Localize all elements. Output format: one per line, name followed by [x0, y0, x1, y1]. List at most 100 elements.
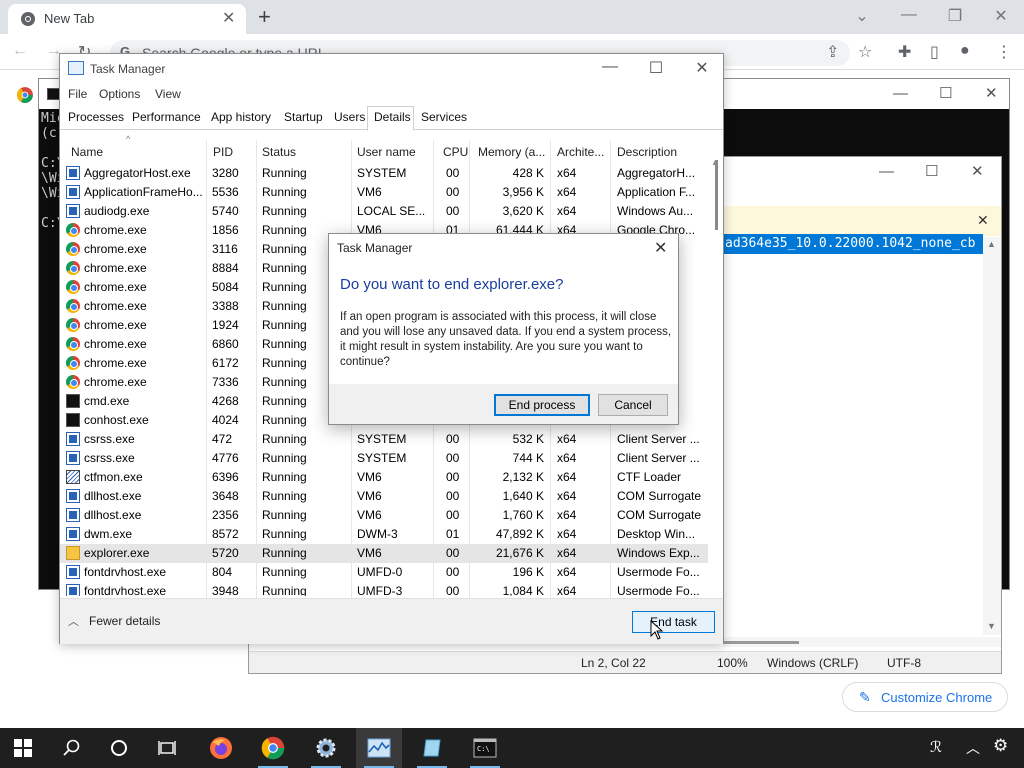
- column-status[interactable]: Status: [262, 145, 296, 159]
- show-hidden-icons-icon[interactable]: ︿: [966, 738, 980, 758]
- column-memory[interactable]: Memory (a...: [478, 145, 545, 159]
- process-name: chrome.exe: [84, 337, 147, 351]
- taskbar-search-button[interactable]: [48, 728, 94, 768]
- cortana-button[interactable]: [96, 728, 142, 768]
- console-icon: [66, 413, 80, 427]
- people-icon[interactable]: ℛ: [930, 738, 942, 756]
- close-tab-icon[interactable]: ✕: [222, 8, 235, 28]
- taskbar-notepad[interactable]: [409, 728, 455, 768]
- table-row[interactable]: ApplicationFrameHo... 5536 Running VM6 00 3,9…: [60, 183, 708, 202]
- process-name: fontdrvhost.exe: [84, 565, 167, 579]
- extensions-icon[interactable]: ✚: [898, 42, 911, 62]
- notepad-vertical-scrollbar[interactable]: ▲ ▼: [983, 237, 1001, 635]
- side-panel-icon[interactable]: ▯: [930, 42, 939, 62]
- process-architecture: x64: [557, 204, 577, 218]
- tab-app-history[interactable]: App history: [211, 110, 271, 124]
- process-description: Client Server ...: [617, 451, 700, 465]
- app-window-icon: [66, 432, 80, 446]
- table-row[interactable]: dllhost.exe 3648 Running VM6 00 1,640 K x64 COM…: [60, 487, 708, 506]
- process-memory: 196 K: [512, 565, 544, 579]
- cmd-close-icon[interactable]: ✕: [985, 84, 998, 102]
- settings-gear-icon[interactable]: ⚙: [993, 736, 1008, 756]
- column-name[interactable]: Name: [71, 145, 103, 159]
- process-architecture: x64: [557, 451, 577, 465]
- table-row[interactable]: fontdrvhost.exe 3948 Running UMFD-3 00 1,084 …: [60, 582, 708, 596]
- notepad-maximize-icon[interactable]: ☐: [925, 162, 938, 180]
- chrome-menu-icon[interactable]: ⋮: [996, 42, 1012, 62]
- taskbar-task-manager[interactable]: [356, 728, 402, 768]
- column-user-name[interactable]: User name: [357, 145, 416, 159]
- process-pid: 6172: [212, 356, 239, 370]
- taskbar-terminal[interactable]: C:\: [462, 728, 508, 768]
- taskbar-settings[interactable]: [303, 728, 349, 768]
- table-row[interactable]: dwm.exe 8572 Running DWM-3 01 47,892 K x64 Desk…: [60, 525, 708, 544]
- tab-search-icon[interactable]: ⌄: [852, 6, 872, 26]
- scroll-down-icon[interactable]: ▼: [987, 621, 996, 631]
- svg-text:C:\: C:\: [477, 745, 490, 753]
- table-row[interactable]: audiodg.exe 5740 Running LOCAL SE... 00 3,620…: [60, 202, 708, 221]
- tab-details[interactable]: Details: [374, 110, 411, 124]
- taskbar-chrome[interactable]: [250, 728, 296, 768]
- column-pid[interactable]: PID: [213, 145, 233, 159]
- column-architecture[interactable]: Archite...: [557, 145, 604, 159]
- table-row[interactable]: csrss.exe 4776 Running SYSTEM 00 744 K x64 Clie…: [60, 449, 708, 468]
- restore-icon[interactable]: ❐: [945, 6, 965, 26]
- close-icon[interactable]: ✕: [691, 58, 713, 78]
- customize-chrome-button[interactable]: ✎ Customize Chrome: [842, 682, 1008, 712]
- dialog-close-icon[interactable]: ✕: [654, 238, 667, 258]
- table-row[interactable]: ctfmon.exe 6396 Running VM6 00 2,132 K x64 CTF …: [60, 468, 708, 487]
- scrollbar-thumb[interactable]: [715, 160, 718, 230]
- process-architecture: x64: [557, 546, 577, 560]
- dismiss-banner-icon[interactable]: ✕: [977, 212, 989, 229]
- column-description[interactable]: Description: [617, 145, 677, 159]
- table-row[interactable]: csrss.exe 472 Running SYSTEM 00 532 K x64 Clien…: [60, 430, 708, 449]
- share-icon[interactable]: ⇪: [826, 42, 839, 62]
- taskbar-firefox[interactable]: [198, 728, 244, 768]
- minimize-icon[interactable]: —: [899, 6, 919, 24]
- table-row[interactable]: dllhost.exe 2356 Running VM6 00 1,760 K x64 COM…: [60, 506, 708, 525]
- menu-options[interactable]: Options: [99, 87, 140, 101]
- end-process-button[interactable]: End process: [494, 394, 590, 416]
- tab-startup[interactable]: Startup: [284, 110, 323, 124]
- menu-view[interactable]: View: [155, 87, 181, 101]
- back-icon[interactable]: ←: [12, 42, 28, 60]
- maximize-icon[interactable]: ☐: [645, 58, 667, 78]
- end-process-confirm-dialog[interactable]: Task Manager ✕ Do you want to end explor…: [328, 233, 679, 425]
- tab-users[interactable]: Users: [334, 110, 365, 124]
- bookmark-star-icon[interactable]: ☆: [858, 42, 872, 62]
- process-architecture: x64: [557, 565, 577, 579]
- cmd-minimize-icon[interactable]: —: [893, 85, 908, 102]
- scroll-up-icon[interactable]: ▲: [987, 239, 996, 249]
- tab-services[interactable]: Services: [421, 110, 467, 124]
- close-icon[interactable]: ✕: [991, 6, 1011, 26]
- start-button[interactable]: [0, 728, 46, 768]
- profile-avatar-icon[interactable]: ●: [960, 42, 970, 60]
- notepad-close-icon[interactable]: ✕: [971, 162, 984, 180]
- table-row[interactable]: AggregatorHost.exe 3280 Running SYSTEM 00 428…: [60, 164, 708, 183]
- process-name: chrome.exe: [84, 356, 147, 370]
- process-memory: 532 K: [512, 432, 544, 446]
- end-task-button[interactable]: End task: [632, 611, 715, 633]
- task-manager-titlebar[interactable]: Task Manager — ☐ ✕: [60, 54, 723, 84]
- notepad-selected-text[interactable]: ad364e35_10.0.22000.1042_none_cb: [723, 234, 983, 254]
- table-row[interactable]: fontdrvhost.exe 804 Running UMFD-0 00 196 K x6…: [60, 563, 708, 582]
- new-tab-button[interactable]: +: [258, 4, 271, 30]
- task-view-button[interactable]: [144, 728, 190, 768]
- chrome-tab-new-tab[interactable]: New Tab ✕: [8, 4, 246, 34]
- chrome-icon: [66, 356, 80, 370]
- notepad-minimize-icon[interactable]: —: [879, 163, 894, 180]
- fewer-details-link[interactable]: ︿ Fewer details: [68, 613, 160, 629]
- column-cpu[interactable]: CPU: [443, 145, 468, 159]
- menu-file[interactable]: File: [68, 87, 87, 101]
- notepad-horizontal-scrollbar[interactable]: [723, 637, 1001, 647]
- tab-processes[interactable]: Processes: [68, 110, 124, 124]
- table-row-selected[interactable]: explorer.exe 5720 Running VM6 00 21,676 K x64 W…: [60, 544, 708, 563]
- process-user: UMFD-0: [357, 565, 403, 579]
- scrollbar-thumb[interactable]: [723, 641, 799, 644]
- cancel-button[interactable]: Cancel: [598, 394, 668, 416]
- process-memory: 744 K: [512, 451, 544, 465]
- cmd-maximize-icon[interactable]: ☐: [939, 84, 952, 102]
- tab-performance[interactable]: Performance: [132, 110, 201, 124]
- minimize-icon[interactable]: —: [599, 58, 621, 76]
- process-name: chrome.exe: [84, 223, 147, 237]
